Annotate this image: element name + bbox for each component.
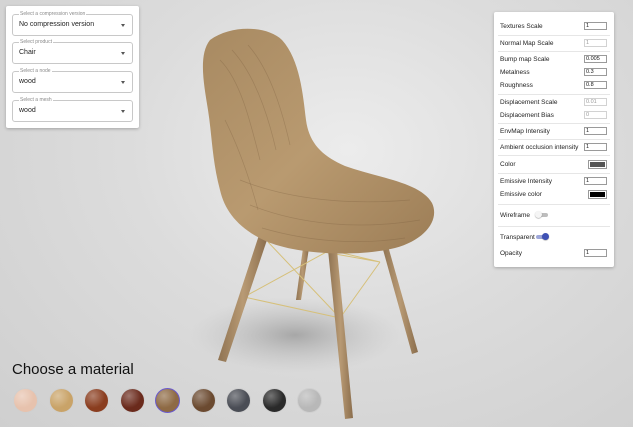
divider <box>498 35 610 36</box>
chevron-down-icon <box>121 110 125 113</box>
divider <box>498 226 610 227</box>
selector-panel: Select a compression version No compress… <box>6 6 139 128</box>
chair-shell <box>202 28 435 254</box>
transparent-toggle-knob <box>542 233 549 240</box>
ao-intensity-label: Ambient occlusion intensity <box>500 144 579 151</box>
envmap-intensity-label: EnvMap Intensity <box>500 128 550 135</box>
mesh-label: Select a mesh <box>19 97 53 103</box>
divider <box>498 173 610 174</box>
material-properties-panel: Textures Scale Normal Map Scale Bump map… <box>494 12 614 267</box>
material-swatch-chrome[interactable] <box>297 388 322 413</box>
bump-map-scale-input[interactable] <box>584 55 607 63</box>
transparent-toggle[interactable] <box>535 233 549 240</box>
mesh-select[interactable]: Select a mesh wood <box>12 97 133 122</box>
displacement-bias-label: Displacement Bias <box>500 112 554 119</box>
wireframe-toggle-knob <box>535 211 542 218</box>
product-label: Select product <box>19 39 53 45</box>
normal-map-scale-label: Normal Map Scale <box>500 40 554 47</box>
emissive-color-swatch[interactable] <box>588 190 607 199</box>
textures-scale-input[interactable] <box>584 22 607 30</box>
opacity-input[interactable] <box>584 249 607 257</box>
color-label: Color <box>500 161 516 168</box>
product-value: Chair <box>19 49 36 56</box>
displacement-scale-input[interactable] <box>584 98 607 106</box>
opacity-label: Opacity <box>500 250 523 257</box>
color-swatch-fill <box>590 162 605 167</box>
emissive-color-swatch-fill <box>590 192 605 197</box>
wireframe-label: Wireframe <box>500 212 530 219</box>
node-value: wood <box>19 78 36 85</box>
roughness-label: Roughness <box>500 82 533 89</box>
material-swatch-light-oak[interactable] <box>48 388 74 413</box>
node-select[interactable]: Select a node wood <box>12 68 133 93</box>
textures-scale-label: Textures Scale <box>500 23 543 30</box>
choose-material-title: Choose a material <box>12 361 134 378</box>
divider <box>498 123 610 124</box>
normal-map-scale-input[interactable] <box>584 39 607 47</box>
envmap-intensity-input[interactable] <box>584 127 607 135</box>
material-swatch-walnut[interactable] <box>155 388 180 413</box>
chevron-down-icon <box>121 81 125 84</box>
transparent-label: Transparent <box>500 234 535 241</box>
material-swatch-black-metal[interactable] <box>261 388 287 413</box>
displacement-bias-input[interactable] <box>584 111 607 119</box>
wireframe-toggle[interactable] <box>535 211 549 218</box>
divider <box>498 94 610 95</box>
material-swatch-dark-wood[interactable] <box>190 388 216 413</box>
ao-intensity-input[interactable] <box>584 143 607 151</box>
chevron-down-icon <box>121 52 125 55</box>
compression-version-label: Select a compression version <box>19 11 87 17</box>
product-select[interactable]: Select product Chair <box>12 39 133 64</box>
material-swatch-steel[interactable] <box>226 388 251 413</box>
divider <box>498 139 610 140</box>
roughness-input[interactable] <box>584 81 607 89</box>
material-swatch-pale-peach[interactable] <box>13 388 38 413</box>
color-swatch[interactable] <box>588 160 607 169</box>
divider <box>498 51 610 52</box>
emissive-intensity-label: Emissive Intensity <box>500 178 553 185</box>
material-swatch-dark-cherry[interactable] <box>119 388 145 413</box>
material-swatch-mahogany[interactable] <box>84 388 109 413</box>
metalness-input[interactable] <box>584 68 607 76</box>
emissive-intensity-input[interactable] <box>584 177 607 185</box>
compression-version-select[interactable]: Select a compression version No compress… <box>12 11 133 36</box>
metalness-label: Metalness <box>500 69 530 76</box>
mesh-value: wood <box>19 107 36 114</box>
chevron-down-icon <box>121 24 125 27</box>
compression-version-value: No compression version <box>19 21 95 28</box>
node-label: Select a node <box>19 68 52 74</box>
divider <box>498 155 610 156</box>
divider <box>498 204 610 205</box>
emissive-color-label: Emissive color <box>500 191 542 198</box>
displacement-scale-label: Displacement Scale <box>500 99 558 106</box>
bump-map-scale-label: Bump map Scale <box>500 56 550 63</box>
